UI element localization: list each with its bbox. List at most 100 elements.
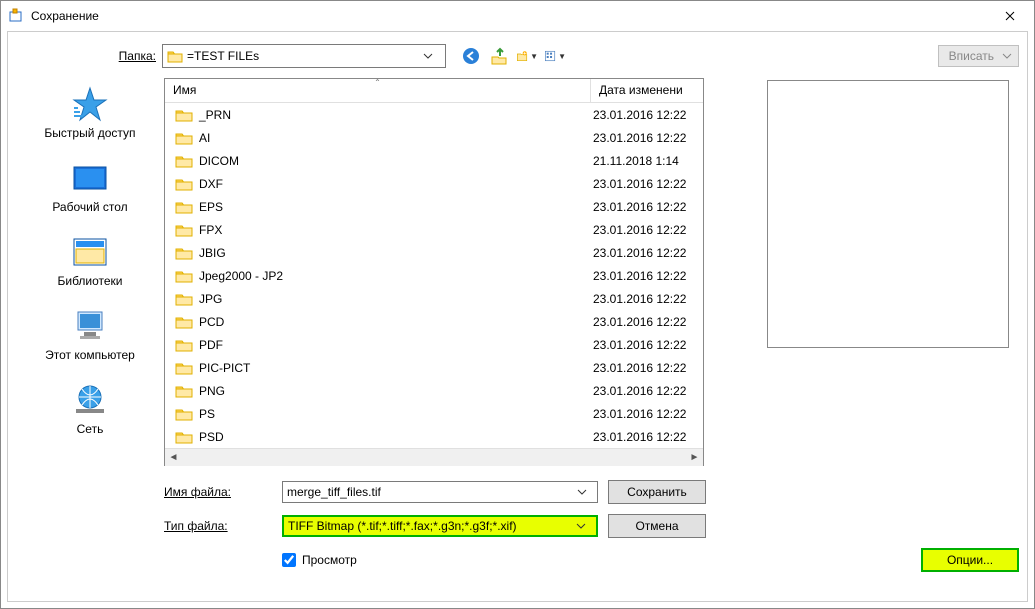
sidebar-item-libraries[interactable]: Библиотеки [57,232,122,288]
save-button[interactable]: Сохранить [608,480,706,504]
file-list: Имя ⌃ Дата изменени _PRN23.01.2016 12:22… [164,78,704,466]
file-name: DICOM [199,154,593,168]
folder-icon [175,292,193,306]
bottom-controls: Имя файла: merge_tiff_files.tif Сохранит… [164,478,1019,574]
list-item[interactable]: PCD23.01.2016 12:22 [165,310,703,333]
filetype-label: Тип файла: [164,519,272,533]
list-header: Имя ⌃ Дата изменени [165,79,703,103]
list-item[interactable]: FPX23.01.2016 12:22 [165,218,703,241]
sidebar-item-label: Рабочий стол [52,200,127,214]
file-name: JBIG [199,246,593,260]
list-item[interactable]: _PRN23.01.2016 12:22 [165,103,703,126]
toolbar: ▼ ▼ [460,45,566,67]
views-button[interactable]: ▼ [544,45,566,67]
folder-icon [175,223,193,237]
folder-icon [175,384,193,398]
file-date: 21.11.2018 1:14 [593,154,703,168]
file-name: PDF [199,338,593,352]
folder-icon [167,49,183,63]
window-title: Сохранение [31,9,987,23]
dialog-body: Папка: =TEST FILEs ▼ ▼ [7,31,1028,602]
folder-icon [175,154,193,168]
list-item[interactable]: PIC-PICT23.01.2016 12:22 [165,356,703,379]
file-date: 23.01.2016 12:22 [593,200,703,214]
folder-label: Папка: [106,49,156,63]
chevron-down-icon [576,523,592,529]
options-button[interactable]: Опции... [921,548,1019,572]
file-date: 23.01.2016 12:22 [593,177,703,191]
file-date: 23.01.2016 12:22 [593,407,703,421]
file-name: PNG [199,384,593,398]
file-date: 23.01.2016 12:22 [593,292,703,306]
cancel-button[interactable]: Отмена [608,514,706,538]
file-name: _PRN [199,108,593,122]
network-icon [72,380,108,420]
folder-icon [175,315,193,329]
file-name: EPS [199,200,593,214]
fit-label: Вписать [949,49,994,63]
folder-dropdown[interactable]: =TEST FILEs [162,44,446,68]
column-header-name[interactable]: Имя ⌃ [165,79,591,102]
list-item[interactable]: PNG23.01.2016 12:22 [165,379,703,402]
list-item[interactable]: EPS23.01.2016 12:22 [165,195,703,218]
folder-icon [175,177,193,191]
quick-access-icon [44,84,135,124]
list-body[interactable]: _PRN23.01.2016 12:22AI23.01.2016 12:22DI… [165,103,703,448]
folder-icon [175,338,193,352]
fit-dropdown[interactable]: Вписать [938,45,1019,67]
app-icon [9,8,25,24]
up-button[interactable] [488,45,510,67]
file-name: JPG [199,292,593,306]
sidebar-item-this-pc[interactable]: Этот компьютер [45,306,135,362]
filetype-dropdown[interactable]: TIFF Bitmap (*.tif;*.tiff;*.fax;*.g3n;*.… [282,515,598,537]
caret-down-icon: ▼ [558,52,566,61]
list-item[interactable]: PDF23.01.2016 12:22 [165,333,703,356]
sidebar-item-label: Библиотеки [57,274,122,288]
list-item[interactable]: DXF23.01.2016 12:22 [165,172,703,195]
folder-name: =TEST FILEs [187,49,423,63]
folder-icon [175,430,193,444]
sidebar-item-label: Этот компьютер [45,348,135,362]
chevron-down-icon [577,489,593,495]
preview-checkbox[interactable] [282,553,296,567]
list-item[interactable]: PSD23.01.2016 12:22 [165,425,703,448]
list-item[interactable]: Jpeg2000 - JP223.01.2016 12:22 [165,264,703,287]
filename-label: Имя файла: [164,485,272,499]
file-date: 23.01.2016 12:22 [593,430,703,444]
close-button[interactable] [987,2,1032,30]
caret-down-icon: ▼ [530,52,538,61]
file-date: 23.01.2016 12:22 [593,338,703,352]
file-name: PIC-PICT [199,361,593,375]
file-name: PS [199,407,593,421]
places-sidebar: Быстрый доступ Рабочий стол Библиотеки Э… [16,78,164,466]
folder-bar: Папка: =TEST FILEs ▼ ▼ [106,44,1019,68]
chevron-down-icon [1002,53,1012,59]
sort-asc-icon: ⌃ [374,78,381,87]
folder-icon [175,200,193,214]
sidebar-item-label: Сеть [72,422,108,436]
new-folder-button[interactable]: ▼ [516,45,538,67]
list-item[interactable]: AI23.01.2016 12:22 [165,126,703,149]
list-hscrollbar[interactable]: ◄ ► [165,448,703,465]
folder-icon [175,246,193,260]
back-button[interactable] [460,45,482,67]
list-item[interactable]: DICOM21.11.2018 1:14 [165,149,703,172]
sidebar-item-quick-access[interactable]: Быстрый доступ [44,84,135,140]
file-date: 23.01.2016 12:22 [593,131,703,145]
sidebar-item-network[interactable]: Сеть [72,380,108,436]
filename-input[interactable]: merge_tiff_files.tif [282,481,598,503]
column-header-date[interactable]: Дата изменени [591,79,703,102]
this-pc-icon [45,306,135,346]
list-item[interactable]: JPG23.01.2016 12:22 [165,287,703,310]
sidebar-item-desktop[interactable]: Рабочий стол [52,158,127,214]
list-item[interactable]: JBIG23.01.2016 12:22 [165,241,703,264]
file-date: 23.01.2016 12:22 [593,384,703,398]
file-date: 23.01.2016 12:22 [593,269,703,283]
file-date: 23.01.2016 12:22 [593,361,703,375]
title-bar: Сохранение [1,1,1034,31]
libraries-icon [57,232,122,272]
list-item[interactable]: PS23.01.2016 12:22 [165,402,703,425]
file-date: 23.01.2016 12:22 [593,108,703,122]
file-date: 23.01.2016 12:22 [593,315,703,329]
sidebar-item-label: Быстрый доступ [44,126,135,140]
